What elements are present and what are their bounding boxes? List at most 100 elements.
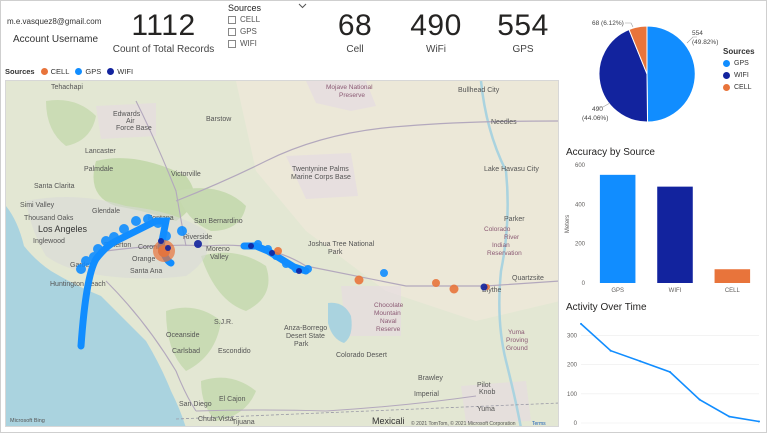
slicer-option-label: WIFI (240, 39, 257, 48)
activity-point[interactable] (728, 415, 731, 418)
checkbox[interactable] (228, 15, 236, 24)
pie-slice-gps[interactable] (646, 25, 696, 123)
gps-point[interactable] (282, 260, 290, 268)
kpi-gps-label: GPS (512, 44, 534, 55)
map-label: Imperial (414, 391, 439, 398)
wifi-point[interactable] (480, 283, 488, 291)
map-label: Palmdale (84, 166, 113, 173)
activity-point[interactable] (580, 322, 582, 325)
map-label: Reserve (376, 326, 401, 333)
kpi-total-value: 1112 (131, 9, 196, 42)
gps-point[interactable] (254, 240, 262, 248)
activity-point[interactable] (698, 398, 701, 401)
gps-point[interactable] (119, 224, 129, 234)
gps-point[interactable] (153, 218, 163, 228)
map-label: Tijuana (232, 419, 255, 426)
map-label: Park (294, 341, 309, 348)
map-label: Escondido (218, 348, 251, 355)
map-label: San Bernardino (194, 218, 243, 225)
activity-point[interactable] (609, 349, 612, 352)
cell-point[interactable] (354, 275, 364, 285)
wifi-point[interactable] (158, 238, 164, 244)
report-canvas: m.e.vasquez8@gmail.com Account Username … (0, 0, 767, 433)
slicer-option-gps[interactable]: GPS (228, 27, 257, 36)
activity-point[interactable] (669, 371, 671, 373)
kpi-wifi-value: 490 (410, 9, 462, 42)
map-label: Los Angeles (38, 224, 88, 234)
x-tick-label: CELL (725, 288, 741, 294)
map-label: Oceanside (166, 332, 200, 339)
map-label: Preserve (339, 92, 365, 99)
bar-cell[interactable] (714, 269, 751, 283)
gps-point[interactable] (93, 244, 103, 254)
kpi-wifi-card: 490 WiFi (396, 9, 476, 55)
map-terms-link[interactable]: Terms (532, 421, 546, 427)
map-label: Riverside (183, 234, 212, 241)
wifi-point[interactable] (194, 240, 202, 248)
map-label: Parker (504, 216, 525, 223)
map-label: Park (328, 249, 343, 256)
chevron-down-icon[interactable] (298, 1, 307, 12)
y-tick-label: 100 (567, 392, 578, 398)
pie-legend-title: Sources (723, 47, 755, 56)
kpi-gps-card: 554 GPS (483, 9, 563, 55)
legend-label-gps: GPS (85, 67, 102, 76)
cell-point[interactable] (449, 284, 459, 294)
kpi-cell-value: 68 (337, 9, 373, 42)
accuracy-chart-visual[interactable]: 0 200 400 600 Meters GPS WIFI CELL (561, 159, 766, 299)
checkbox[interactable] (228, 39, 236, 48)
bar-gps[interactable] (599, 174, 636, 283)
gps-point[interactable] (304, 265, 312, 273)
activity-chart-visual[interactable]: 0 100 200 300 (561, 315, 766, 432)
activity-point[interactable] (758, 420, 760, 423)
map-bing-logo: Microsoft Bing (10, 418, 45, 424)
wifi-point[interactable] (269, 250, 275, 256)
slicer-option-cell[interactable]: CELL (228, 15, 260, 24)
pie-legend-label: WIFI (734, 72, 749, 79)
cell-point[interactable] (274, 247, 282, 255)
wifi-point[interactable] (165, 245, 171, 251)
map-label: Orange (132, 256, 155, 263)
activity-line-chart[interactable]: 0 100 200 300 (561, 315, 766, 432)
map-label: Needles (491, 119, 517, 126)
map-label: S.J.R. (214, 319, 233, 326)
cell-point[interactable] (432, 279, 440, 287)
gps-point[interactable] (131, 216, 141, 226)
map-visual[interactable]: Tehachapi Bullhead City Barstow Edwards … (5, 80, 559, 427)
gps-point[interactable] (109, 232, 119, 242)
map-label: Anza-Borrego (284, 325, 327, 332)
map-label: Chula Vista (198, 416, 234, 423)
pie-legend-item-cell[interactable]: CELL (723, 84, 755, 91)
slicer-option-wifi[interactable]: WIFI (228, 39, 257, 48)
map-label: Santa Ana (130, 268, 162, 275)
pie-legend-swatch (723, 60, 730, 67)
map-canvas[interactable]: Tehachapi Bullhead City Barstow Edwards … (6, 81, 559, 427)
map-label: Colorado Desert (336, 352, 387, 359)
slicer-option-label: CELL (240, 15, 261, 24)
pie-data-label-gps-pct: (49.82%) (692, 39, 718, 46)
legend-swatch-wifi (107, 68, 115, 75)
map-label: Lake Havasu City (484, 166, 539, 173)
y-axis-title: Meters (565, 215, 571, 233)
map-label: Marine Corps Base (291, 174, 351, 181)
map-label: Mojave National (326, 84, 373, 91)
map-label: Lancaster (85, 148, 116, 155)
gps-point[interactable] (380, 269, 388, 277)
pie-legend-item-gps[interactable]: GPS (723, 60, 755, 67)
pie-chart-visual[interactable]: 68 (6.12%) 554 (49.82%) 490 (44.06%) Sources… (565, 7, 765, 137)
gps-point[interactable] (143, 214, 153, 224)
y-tick-label: 400 (575, 202, 586, 208)
accuracy-bar-chart[interactable]: 0 200 400 600 Meters GPS WIFI CELL (561, 159, 766, 299)
kpi-cell-label: Cell (346, 44, 364, 55)
pie-legend-label: GPS (734, 60, 749, 67)
pie-legend-item-wifi[interactable]: WIFI (723, 72, 755, 79)
map-label: Simi Valley (20, 202, 55, 209)
gps-point[interactable] (177, 226, 187, 236)
activity-point[interactable] (639, 360, 642, 363)
bar-wifi[interactable] (657, 186, 693, 283)
wifi-point[interactable] (248, 243, 254, 249)
checkbox[interactable] (228, 27, 236, 36)
map-label: Twentynine Palms (292, 166, 349, 173)
wifi-point[interactable] (296, 268, 302, 274)
pie-legend-label: CELL (734, 84, 752, 91)
